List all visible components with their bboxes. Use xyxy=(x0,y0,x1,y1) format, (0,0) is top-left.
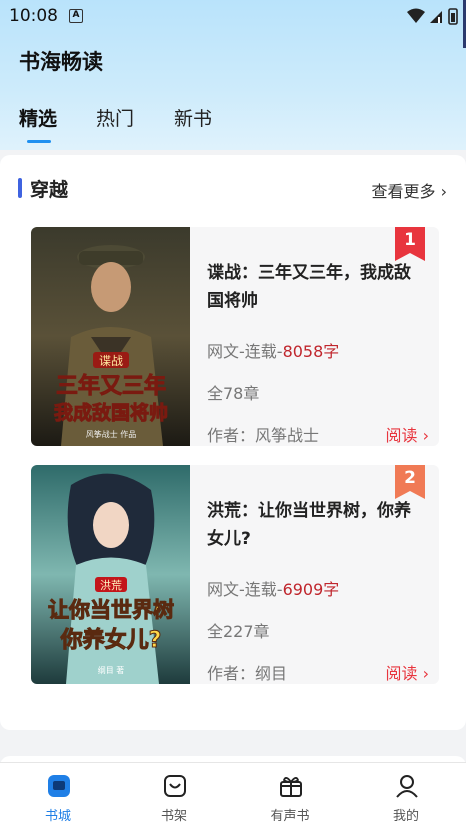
tab-label: 热门 xyxy=(96,108,135,130)
profile-icon xyxy=(396,775,418,798)
rank-badge: 1 xyxy=(395,227,425,261)
see-more-link[interactable]: 查看更多 › xyxy=(372,178,448,202)
nav-bookshelf[interactable]: 书架 xyxy=(116,763,232,828)
tab-active-indicator xyxy=(27,140,51,143)
gift-audio-icon xyxy=(280,777,302,797)
book-cover[interactable]: 洪荒 让你当世界树 你养女儿? 纲目 著 xyxy=(31,465,190,684)
nav-profile[interactable]: 我的 xyxy=(348,763,464,828)
book-meta: 网文-连载-8058字 xyxy=(207,338,339,362)
svg-text:谍战: 谍战 xyxy=(99,354,123,368)
word-count: 6909字 xyxy=(282,580,340,599)
nav-audiobook[interactable]: 有声书 xyxy=(232,763,348,828)
section-accent-bar xyxy=(18,178,22,198)
tab-label: 精选 xyxy=(19,108,58,130)
app-title: 书海畅读 xyxy=(19,50,103,74)
rank-number: 1 xyxy=(404,230,416,250)
tab-label: 新书 xyxy=(174,108,213,130)
tab-featured[interactable]: 精选 xyxy=(19,104,58,143)
bookstore-icon xyxy=(48,775,70,797)
system-icons xyxy=(406,7,458,32)
rank-badge: 2 xyxy=(395,465,425,499)
word-count: 8058字 xyxy=(282,342,340,361)
nav-bookstore[interactable]: 书城 xyxy=(0,763,116,828)
nav-label: 我的 xyxy=(392,809,419,824)
svg-text:纲目 著: 纲目 著 xyxy=(98,665,125,675)
book-title[interactable]: 洪荒：让你当世界树，你养女儿? xyxy=(207,497,427,553)
chapter-count: 全227章 xyxy=(207,622,270,641)
book-category: 网文-连载- xyxy=(207,580,283,599)
book-category: 网文-连载- xyxy=(207,342,283,361)
bottom-nav: 书城 书架 有声书 我的 xyxy=(0,762,466,828)
svg-text:让你当世界树: 让你当世界树 xyxy=(48,598,174,622)
rank-number: 2 xyxy=(404,468,416,488)
bookshelf-icon xyxy=(164,775,186,797)
nav-label: 书架 xyxy=(160,809,187,824)
book-author: 作者：纲目 xyxy=(207,664,288,683)
tab-popular[interactable]: 热门 xyxy=(96,104,134,131)
notification-a-icon: A xyxy=(69,9,83,23)
book-item[interactable]: 洪荒 让你当世界树 你养女儿? 纲目 著 2 洪荒：让你当世界树，你养女儿? 网… xyxy=(31,465,439,684)
svg-text:洪荒: 洪荒 xyxy=(100,578,122,592)
section-title: 穿越 xyxy=(30,179,69,201)
book-item[interactable]: 谍战 三年又三年 我成敌国将帅 风筝战士 作品 1 谍战：三年又三年，我成敌国将… xyxy=(31,227,439,446)
book-meta: 网文-连载-6909字 xyxy=(207,576,339,600)
svg-text:你养女儿?: 你养女儿? xyxy=(60,627,162,653)
book-title[interactable]: 谍战：三年又三年，我成敌国将帅 xyxy=(207,259,427,315)
nav-label: 有声书 xyxy=(270,809,310,824)
nav-label: 书城 xyxy=(44,809,71,824)
chapter-count: 全78章 xyxy=(207,384,260,403)
read-button[interactable]: 阅读 › xyxy=(386,422,430,446)
tab-new-books[interactable]: 新书 xyxy=(174,104,212,131)
svg-text:三年又三年: 三年又三年 xyxy=(56,373,166,399)
wifi-signal-battery-icon xyxy=(407,8,458,25)
status-bar: 10:08 A xyxy=(0,0,466,32)
book-cover[interactable]: 谍战 三年又三年 我成敌国将帅 风筝战士 作品 xyxy=(31,227,190,446)
status-time: 10:08 xyxy=(9,6,58,26)
svg-text:风筝战士 作品: 风筝战士 作品 xyxy=(86,429,137,439)
book-author: 作者：风筝战士 xyxy=(207,426,320,445)
svg-text:我成敌国将帅: 我成敌国将帅 xyxy=(54,401,168,424)
read-button[interactable]: 阅读 › xyxy=(386,660,430,684)
